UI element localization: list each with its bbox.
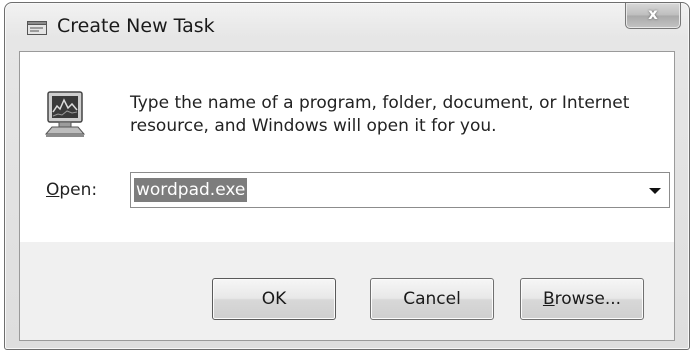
open-label-text: pen: xyxy=(59,180,98,200)
open-label-accelerator: O xyxy=(46,180,60,200)
cancel-button[interactable]: Cancel xyxy=(370,278,494,320)
browse-accelerator: B xyxy=(542,289,555,309)
title-bar[interactable]: Create New Task x xyxy=(5,3,689,47)
window-title: Create New Task xyxy=(57,15,215,37)
create-new-task-window: Create New Task x Type the name of a pro… xyxy=(4,2,690,350)
close-button[interactable]: x xyxy=(625,3,681,29)
task-manager-icon xyxy=(42,90,88,138)
dialog-content-area xyxy=(20,52,674,242)
dialog-body: Type the name of a program, folder, docu… xyxy=(19,51,675,341)
dialog-message: Type the name of a program, folder, docu… xyxy=(130,93,630,136)
browse-button[interactable]: Browse... xyxy=(520,278,644,320)
browse-label: rowse... xyxy=(554,289,622,309)
chevron-down-icon[interactable] xyxy=(649,188,661,194)
ok-button[interactable]: OK xyxy=(212,278,336,320)
open-label: Open: xyxy=(46,180,97,200)
run-dialog-icon xyxy=(27,20,47,35)
open-input-value[interactable]: wordpad.exe xyxy=(134,178,248,202)
open-combobox[interactable]: wordpad.exe xyxy=(130,172,670,208)
close-icon: x xyxy=(648,5,658,23)
